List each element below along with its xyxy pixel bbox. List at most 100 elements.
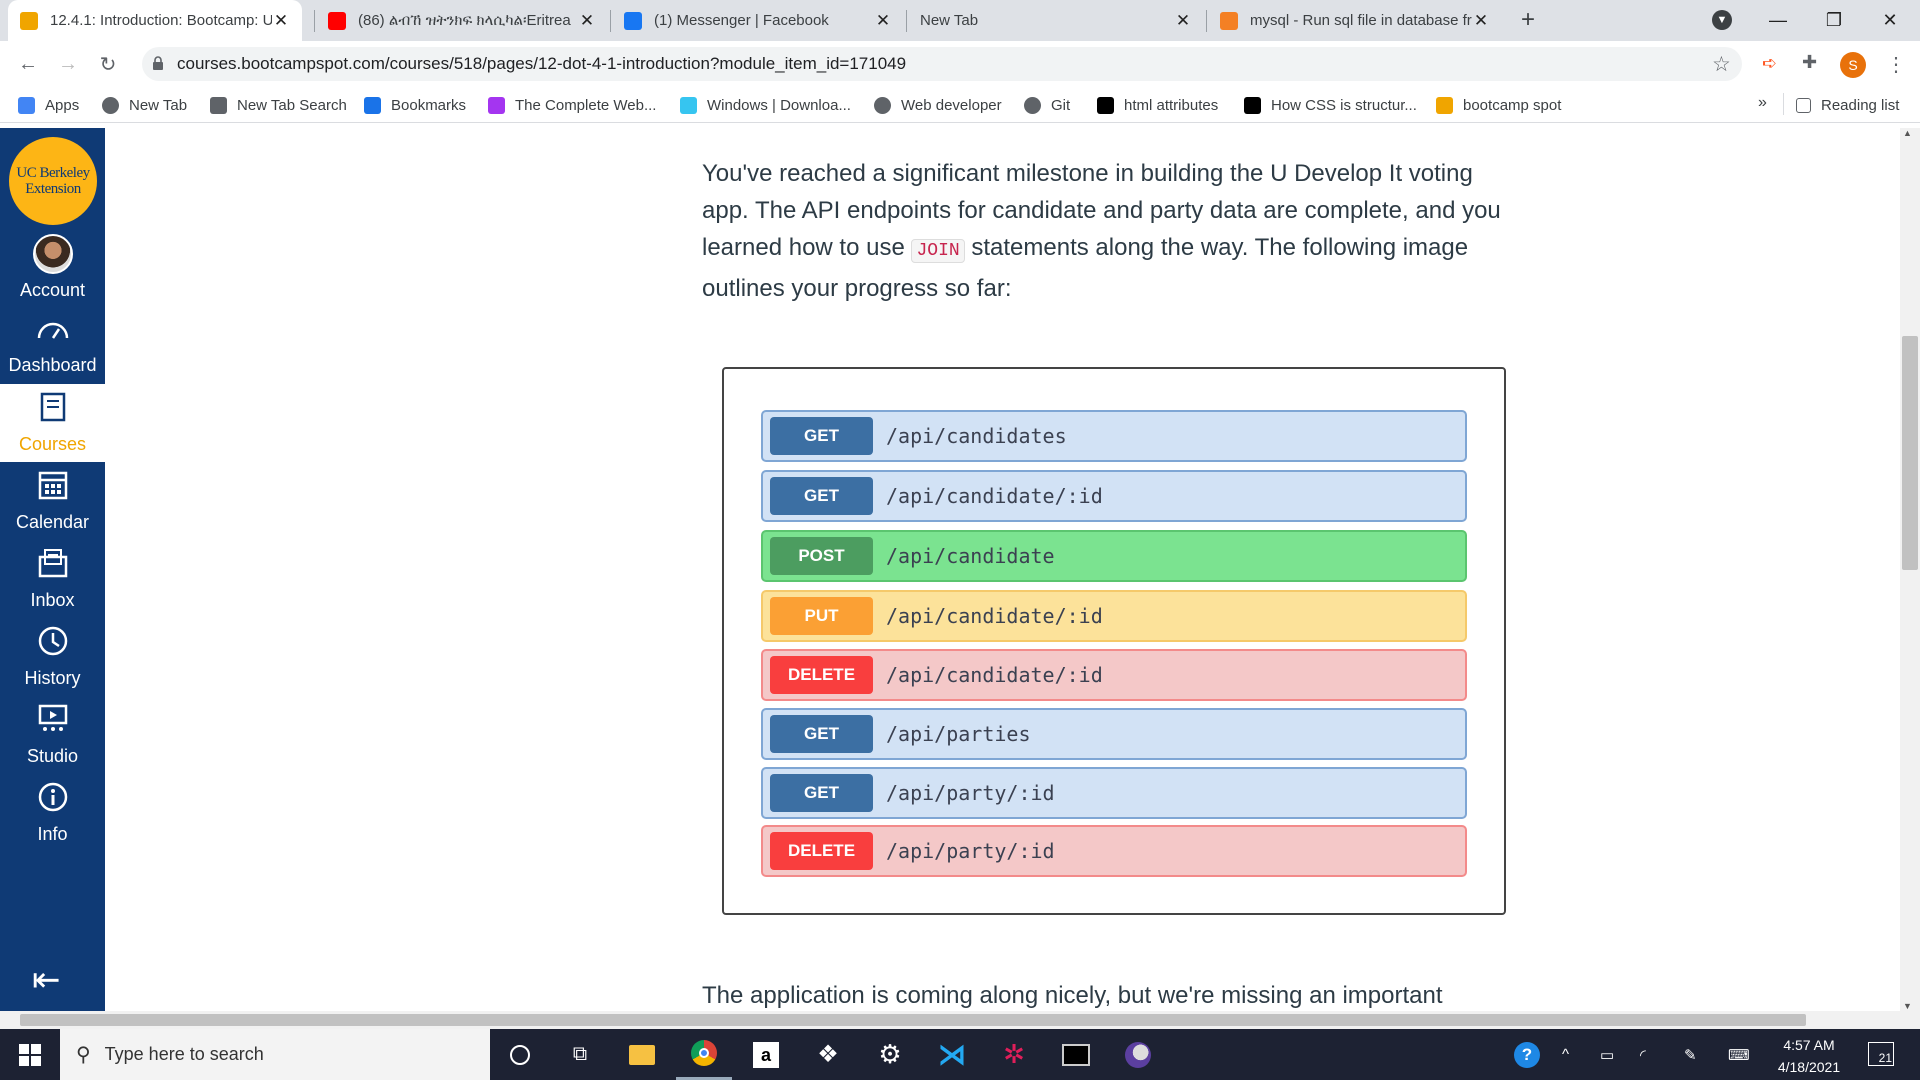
horizontal-scroll-thumb[interactable] (20, 1014, 1806, 1026)
bookmark-item[interactable]: New Tab Search (210, 94, 347, 116)
lock-icon[interactable] (152, 56, 164, 70)
tab-close-icon[interactable]: ✕ (1472, 11, 1490, 31)
reload-button[interactable]: ↻ (92, 49, 124, 79)
http-method-badge: PUT (770, 597, 873, 635)
facebook-favicon (624, 11, 642, 30)
menu-kebab-icon[interactable]: ⋮ (1886, 52, 1906, 77)
wifi-icon[interactable]: ◜ (1640, 1046, 1646, 1064)
tab-close-icon[interactable]: ✕ (578, 11, 596, 31)
tab-close-icon[interactable]: ✕ (874, 11, 892, 31)
http-method-badge: DELETE (770, 656, 873, 694)
info-icon (37, 781, 69, 824)
reading-list-button[interactable]: Reading list (1796, 94, 1899, 116)
bookmark-label: Git (1051, 96, 1071, 114)
battery-icon[interactable]: ▭ (1600, 1046, 1614, 1064)
bookmark-item[interactable]: html attributes (1097, 94, 1218, 116)
avatar-icon (32, 233, 73, 280)
sidebar-item-courses[interactable]: Courses (0, 384, 105, 462)
sidebar-item-history[interactable]: History (0, 618, 105, 696)
sidebar-item-label: Account (19, 279, 86, 300)
bookmark-item[interactable]: Git (1024, 94, 1070, 116)
reading-list-icon (1796, 97, 1811, 113)
vertical-scrollbar[interactable]: ▲ ▼ (1900, 128, 1920, 1011)
endpoint-path: /api/party/:id (886, 839, 1055, 863)
sidebar-item-dashboard[interactable]: Dashboard (0, 306, 105, 384)
amazon-icon[interactable]: a (738, 1029, 794, 1080)
bookmark-item[interactable]: New Tab (102, 94, 187, 116)
tab-title: mysql - Run sql file in database fr (1250, 12, 1472, 29)
sidebar-item-studio[interactable]: Studio (0, 696, 105, 774)
courses-icon (38, 391, 68, 434)
pen-icon[interactable]: ✎ (1684, 1046, 1697, 1064)
vscode-icon[interactable]: ⋊ (924, 1029, 980, 1080)
close-window-button[interactable]: ✕ (1862, 0, 1918, 41)
bookmark-item[interactable]: The Complete Web... (488, 94, 656, 116)
bookmark-item[interactable]: Apps (18, 94, 79, 116)
ucb-extension-logo[interactable]: UC Berkeley Extension (9, 137, 97, 225)
new-tab-button[interactable]: + (1512, 6, 1544, 36)
profile-avatar[interactable]: S (1840, 52, 1866, 78)
tab-close-icon[interactable]: ✕ (272, 11, 290, 31)
bookmarks-overflow-button[interactable]: » (1758, 94, 1767, 112)
bookmark-item[interactable]: Bookmarks (364, 94, 466, 116)
maximize-button[interactable]: ❐ (1806, 0, 1862, 41)
browser-tab[interactable]: 12.4.1: Introduction: Bootcamp: U ✕ (8, 0, 302, 41)
sidebar-item-inbox[interactable]: Inbox (0, 540, 105, 618)
search-placeholder: Type here to search (104, 1044, 264, 1064)
terminal-icon[interactable] (1048, 1029, 1104, 1080)
settings-gear-icon[interactable]: ⚙ (862, 1029, 918, 1080)
cortana-icon[interactable] (492, 1029, 548, 1080)
dropbox-icon[interactable]: ❖ (800, 1029, 856, 1080)
tab-close-icon[interactable]: ✕ (1174, 11, 1192, 31)
endpoint-path: /api/candidates (886, 424, 1067, 448)
collapse-nav-icon[interactable]: ⇤ (32, 963, 61, 997)
back-button[interactable]: ← (12, 49, 44, 79)
star-icon (364, 96, 381, 114)
sidebar-item-info[interactable]: Info (0, 774, 105, 852)
show-hidden-icons-chevron[interactable]: ^ (1562, 1046, 1569, 1063)
sidebar-item-account[interactable]: Account (0, 228, 105, 306)
bookmark-item[interactable]: bootcamp spot (1436, 94, 1561, 116)
endpoint-row: PUT/api/candidate/:id (761, 590, 1467, 642)
slack-icon[interactable]: ✲ (986, 1029, 1042, 1080)
taskbar-search-box[interactable]: ⚲ Type here to search (60, 1029, 490, 1080)
udemy-icon (488, 96, 505, 114)
sidebar-item-calendar[interactable]: Calendar (0, 462, 105, 540)
browser-tab[interactable]: (1) Messenger | Facebook ✕ (612, 0, 904, 41)
scroll-down-arrow[interactable]: ▼ (1903, 1001, 1912, 1011)
sidebar-item-label: Dashboard (8, 355, 97, 375)
bookmark-star-icon[interactable]: ☆ (1712, 52, 1731, 77)
vertical-scroll-thumb[interactable] (1902, 336, 1918, 570)
chrome-icon[interactable] (676, 1029, 732, 1080)
task-view-icon[interactable]: ⧉ (552, 1029, 608, 1080)
forward-button[interactable]: → (52, 49, 84, 79)
bootcamp-favicon (20, 11, 38, 30)
browser-tab[interactable]: New Tab ✕ (908, 0, 1204, 41)
http-method-badge: GET (770, 774, 873, 812)
clock[interactable]: 4:57 AM 4/18/2021 (1774, 1034, 1844, 1078)
bookmark-item[interactable]: Web developer (874, 94, 1002, 116)
url-text[interactable]: courses.bootcampspot.com/courses/518/pag… (177, 54, 906, 74)
bookmark-label: The Complete Web... (515, 96, 657, 114)
notification-center-icon[interactable]: 21 (1868, 1042, 1894, 1066)
browser-tab[interactable]: (86) ልብኸ ዝትንክፍ ክላሲካል፡Eritrea ✕ (316, 0, 608, 41)
extension-cast-icon[interactable]: ➪ (1762, 53, 1777, 74)
bookmark-item[interactable]: Windows | Downloa... (680, 94, 851, 116)
horizontal-scrollbar[interactable] (0, 1011, 1920, 1029)
next-paragraph: The application is coming along nicely, … (702, 982, 1443, 1009)
help-icon[interactable]: ? (1514, 1042, 1540, 1068)
browser-tab[interactable]: mysql - Run sql file in database fr ✕ (1208, 0, 1502, 41)
calendar-icon (37, 469, 69, 512)
eclipse-app-icon[interactable] (1110, 1029, 1166, 1080)
sidebar-item-label: Inbox (30, 590, 75, 610)
start-button[interactable] (2, 1029, 58, 1080)
bookmark-item[interactable]: How CSS is structur... (1244, 94, 1417, 116)
extensions-puzzle-icon[interactable]: ✚ (1802, 52, 1817, 73)
endpoint-path: /api/candidate/:id (886, 484, 1103, 508)
scroll-up-arrow[interactable]: ▲ (1903, 128, 1912, 138)
file-explorer-icon[interactable] (614, 1029, 670, 1080)
tab-search-icon[interactable]: ▼ (1712, 10, 1732, 30)
keyboard-icon[interactable]: ⌨ (1728, 1046, 1750, 1064)
minimize-button[interactable]: — (1750, 0, 1806, 41)
sidebar-item-label: History (24, 668, 81, 688)
